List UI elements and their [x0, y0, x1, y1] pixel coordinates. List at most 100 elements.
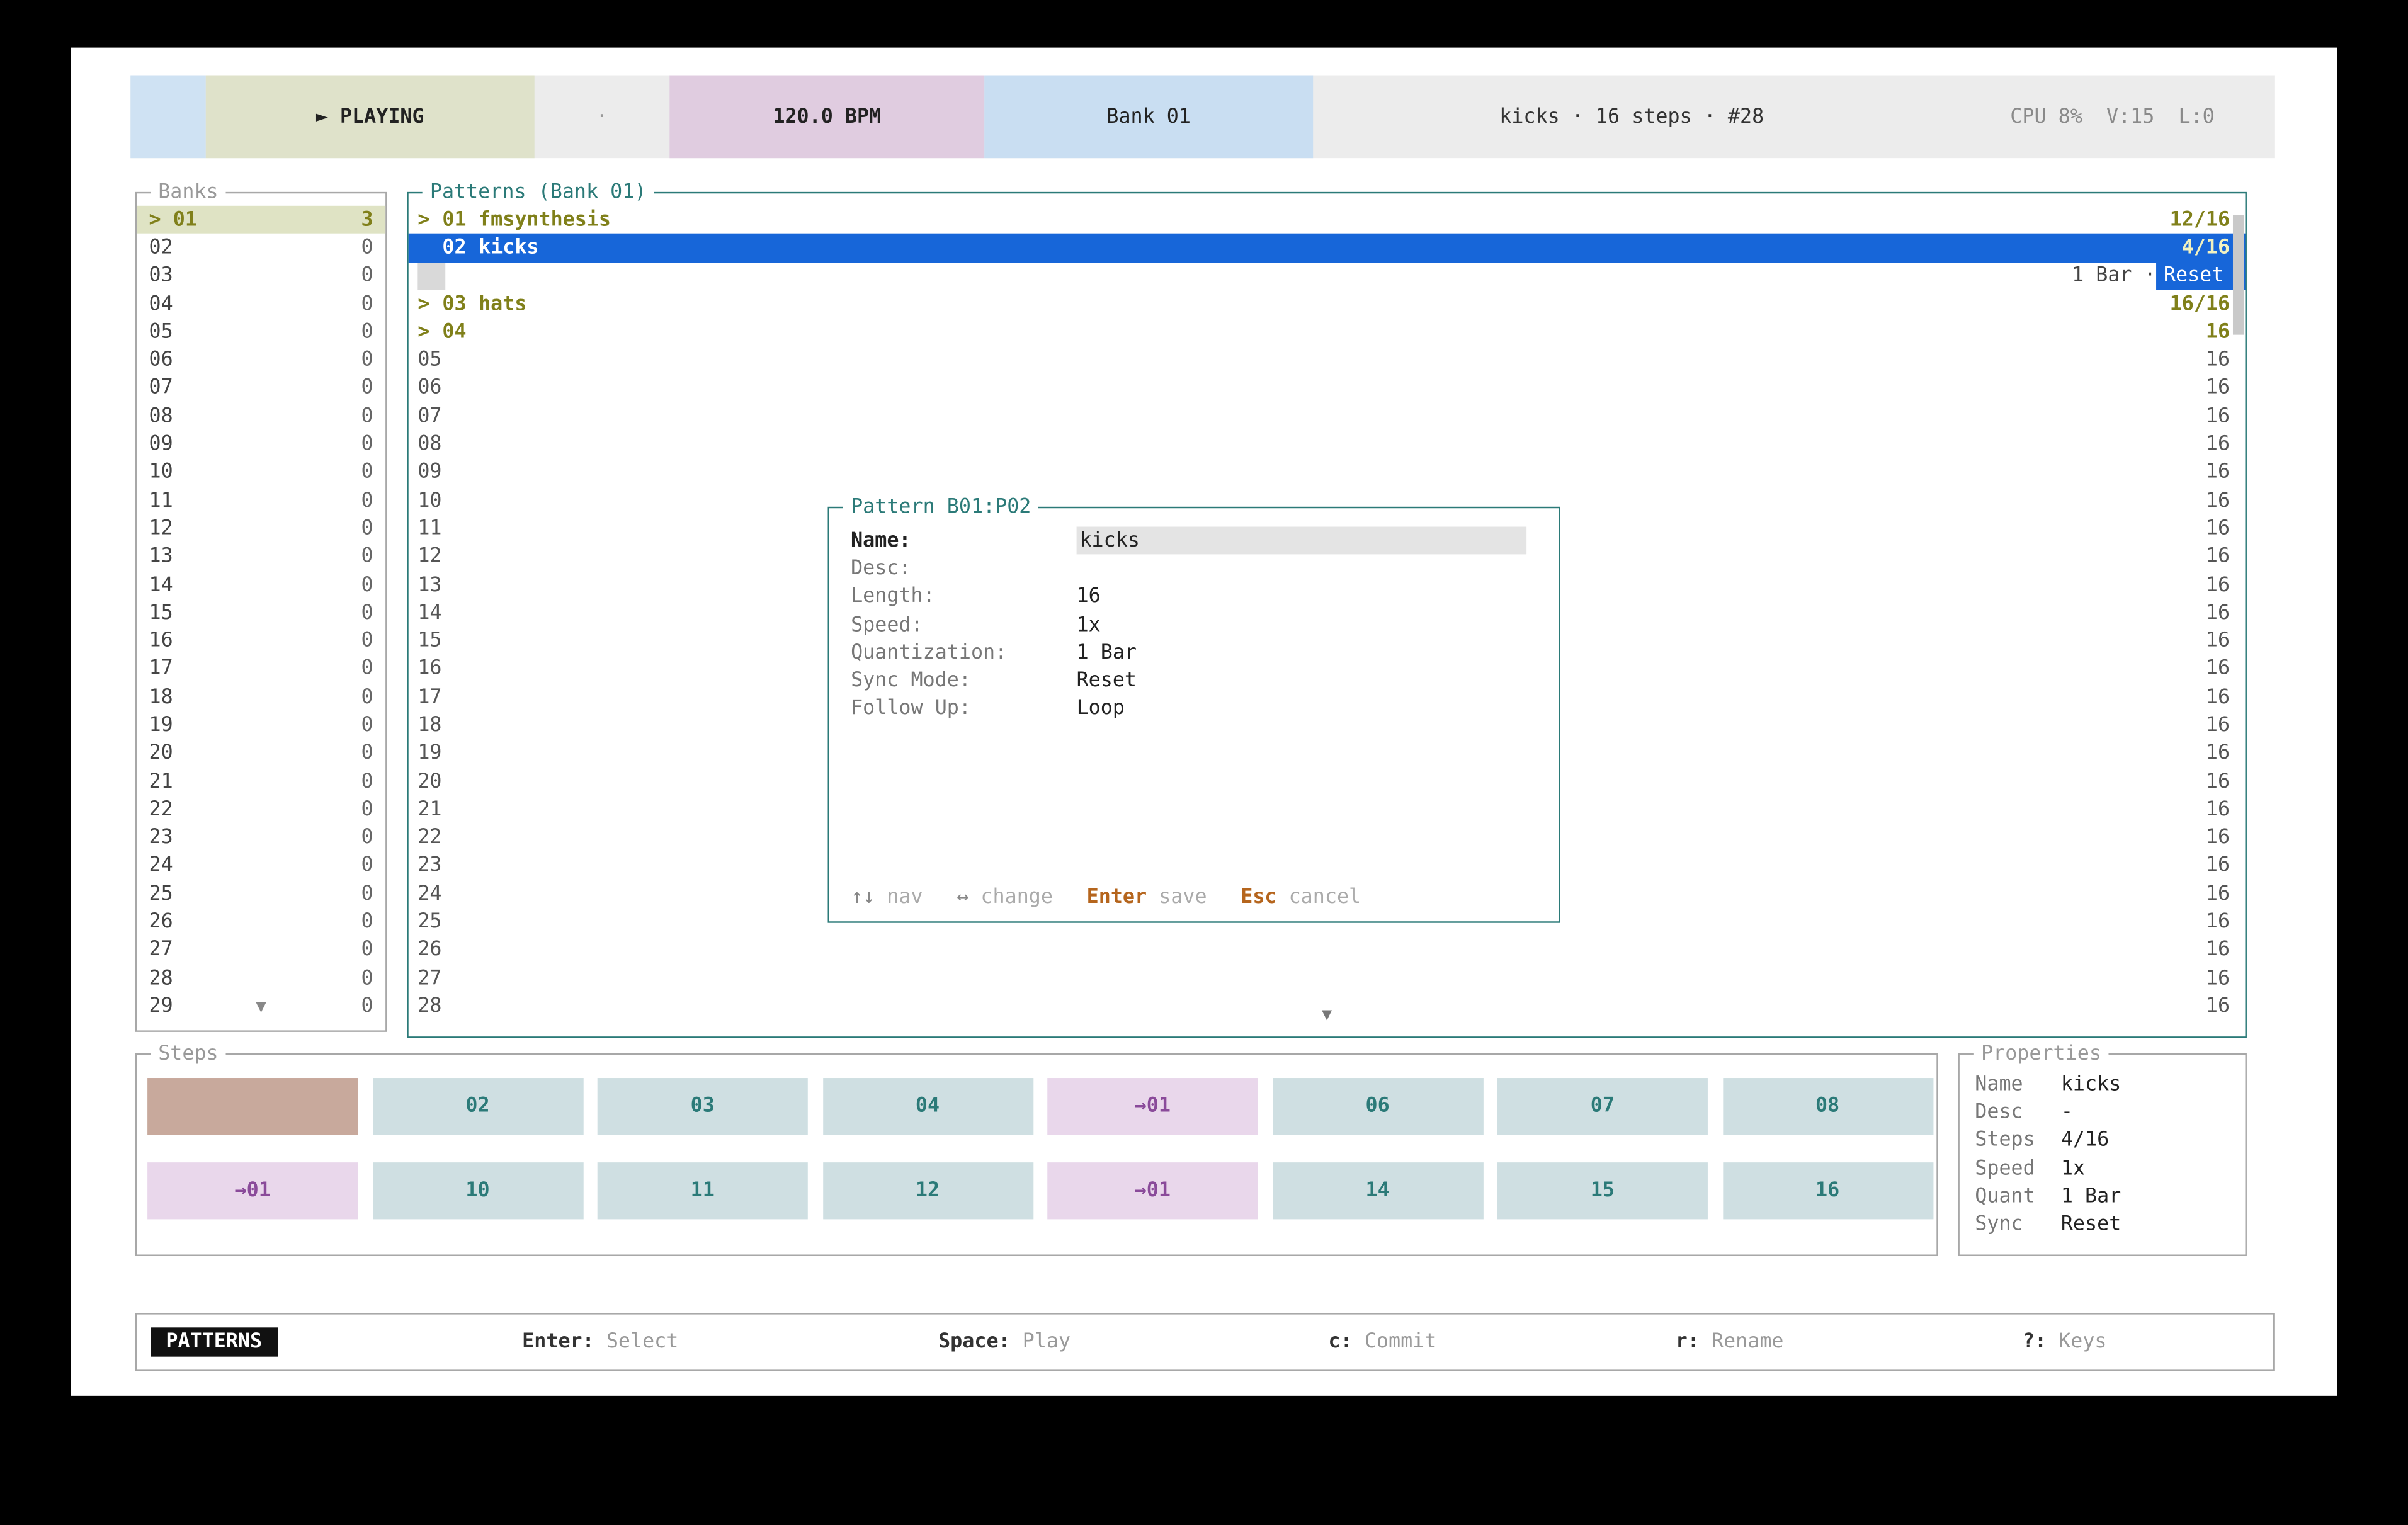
pattern-row-01[interactable]: >01fmsynthesis12/16 — [409, 206, 2246, 234]
bank-row-02[interactable]: 020 — [137, 234, 385, 262]
bank-row-10[interactable]: 100 — [137, 458, 385, 487]
banks-panel-title: Banks — [150, 181, 226, 205]
modal-field-desc[interactable]: Desc: — [851, 555, 1540, 583]
pattern-row-left: 25 — [417, 910, 441, 934]
bank-row-01[interactable]: > 013 — [137, 206, 385, 234]
bank-pattern-count: 0 — [361, 602, 373, 625]
step-cell-13[interactable]: →01 — [1047, 1162, 1258, 1219]
pattern-row-06[interactable]: 0616 — [409, 375, 2246, 403]
modal-field-label: Quantization: — [851, 642, 1077, 665]
bank-row-06[interactable]: 060 — [137, 346, 385, 375]
bank-number: > 01 — [149, 208, 197, 232]
pattern-row-26[interactable]: 2616 — [409, 936, 2246, 965]
bank-row-15[interactable]: 150 — [137, 599, 385, 628]
pattern-row-02[interactable]: 02kicks4/16 — [409, 234, 2246, 262]
patterns-scrollbar-thumb[interactable] — [2233, 215, 2244, 334]
pattern-row-08[interactable]: 0816 — [409, 431, 2246, 459]
bank-row-19[interactable]: 190 — [137, 711, 385, 740]
pattern-number: 26 — [417, 939, 441, 962]
pattern-row-04[interactable]: >0416 — [409, 318, 2246, 346]
bank-row-24[interactable]: 240 — [137, 852, 385, 880]
pattern-row-03[interactable]: >03hats16/16 — [409, 290, 2246, 319]
bank-row-11[interactable]: 110 — [137, 487, 385, 515]
bank-pattern-count: 0 — [361, 236, 373, 259]
modal-field-speed[interactable]: Speed:1x — [851, 611, 1540, 639]
bank-row-09[interactable]: 090 — [137, 431, 385, 459]
pattern-step-count: 16 — [2206, 630, 2230, 653]
step-cell-07[interactable]: 07 — [1497, 1078, 1708, 1135]
modal-field-label: Follow Up: — [851, 698, 1077, 721]
bank-number: 10 — [149, 461, 173, 484]
step-cell-08[interactable]: 08 — [1722, 1078, 1933, 1135]
pattern-step-count: 16 — [2206, 854, 2230, 878]
bank-number: 22 — [149, 798, 173, 822]
pattern-number: 08 — [417, 433, 441, 456]
separator-dot: · — [596, 105, 608, 128]
bank-row-03[interactable]: 030 — [137, 262, 385, 290]
bank-number: 11 — [149, 489, 173, 513]
bank-row-25[interactable]: 250 — [137, 880, 385, 909]
pattern-row-left: 10 — [417, 489, 441, 513]
bank-row-21[interactable]: 210 — [137, 768, 385, 796]
pattern-step-count: 16 — [2206, 461, 2230, 484]
bank-row-29[interactable]: 29▼0 — [137, 992, 385, 1021]
bank-number: 03 — [149, 264, 173, 288]
pattern-row-07[interactable]: 0716 — [409, 402, 2246, 431]
step-cell-03[interactable]: 03 — [598, 1078, 808, 1135]
modal-field-quantization[interactable]: Quantization:1 Bar — [851, 639, 1540, 667]
bank-row-12[interactable]: 120 — [137, 515, 385, 543]
step-cell-06[interactable]: 06 — [1273, 1078, 1483, 1135]
pattern-row-left: 12 — [417, 545, 441, 569]
step-cell-01[interactable] — [147, 1078, 358, 1135]
modal-field-syncmode[interactable]: Sync Mode:Reset — [851, 667, 1540, 696]
keybar-hint-play: Space: Play — [938, 1330, 1071, 1354]
step-cell-11[interactable]: 11 — [598, 1162, 808, 1219]
bank-pattern-count: 0 — [361, 714, 373, 737]
step-cell-09[interactable]: →01 — [147, 1162, 358, 1219]
step-cell-02[interactable]: 02 — [372, 1078, 582, 1135]
bank-row-18[interactable]: 180 — [137, 683, 385, 711]
bank-row-14[interactable]: 140 — [137, 571, 385, 599]
bank-row-28[interactable]: 280 — [137, 965, 385, 993]
modal-hint-label: nav — [875, 886, 923, 909]
step-cell-05[interactable]: →01 — [1047, 1078, 1258, 1135]
bank-row-27[interactable]: 270 — [137, 936, 385, 965]
pattern-row-left: 19 — [417, 742, 441, 766]
modal-field-followup[interactable]: Follow Up:Loop — [851, 695, 1540, 723]
pattern-step-count: 16 — [2206, 349, 2230, 372]
pattern-number: 27 — [417, 967, 441, 990]
bank-row-13[interactable]: 130 — [137, 543, 385, 571]
topbar-separator: · — [535, 76, 670, 159]
bank-pattern-count: 0 — [361, 545, 373, 569]
bank-pattern-count: 0 — [361, 967, 373, 990]
bank-row-16[interactable]: 160 — [137, 627, 385, 655]
step-cell-16[interactable]: 16 — [1722, 1162, 1933, 1219]
step-cell-04[interactable]: 04 — [822, 1078, 1033, 1135]
pattern-row-09[interactable]: 0916 — [409, 458, 2246, 487]
bank-number: 21 — [149, 770, 173, 793]
modal-field-length[interactable]: Length:16 — [851, 583, 1540, 611]
pattern-row-27[interactable]: 2716 — [409, 965, 2246, 993]
bank-row-05[interactable]: 050 — [137, 318, 385, 346]
bank-number: 05 — [149, 320, 173, 344]
bank-row-20[interactable]: 200 — [137, 740, 385, 768]
modal-name-input[interactable]: kicks — [1077, 527, 1527, 555]
bank-row-26[interactable]: 260 — [137, 908, 385, 936]
bank-row-04[interactable]: 040 — [137, 290, 385, 319]
property-value: - — [2061, 1101, 2073, 1124]
bank-row-08[interactable]: 080 — [137, 402, 385, 431]
pattern-row-05[interactable]: 0516 — [409, 346, 2246, 375]
pattern-row-left: 15 — [417, 630, 441, 653]
step-cell-12[interactable]: 12 — [822, 1162, 1033, 1219]
step-cell-14[interactable]: 14 — [1273, 1162, 1483, 1219]
bank-row-22[interactable]: 220 — [137, 796, 385, 824]
bank-row-23[interactable]: 230 — [137, 824, 385, 852]
bank-row-17[interactable]: 170 — [137, 655, 385, 684]
modal-hint-nav: ↑↓ nav — [851, 886, 923, 909]
bank-row-07[interactable]: 070 — [137, 375, 385, 403]
modal-field-name[interactable]: Name:kicks — [851, 527, 1540, 555]
step-cell-10[interactable]: 10 — [372, 1162, 582, 1219]
pattern-step-count: 16 — [2206, 320, 2230, 344]
step-cell-15[interactable]: 15 — [1497, 1162, 1708, 1219]
bank-number: 16 — [149, 630, 173, 653]
